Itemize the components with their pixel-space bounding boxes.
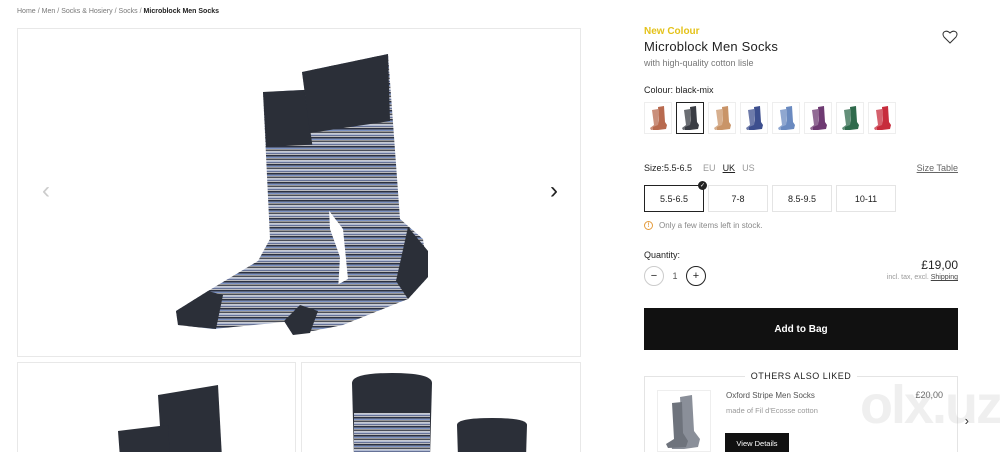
socks-illustration	[176, 54, 428, 335]
size-unit-eu[interactable]: EU	[703, 163, 716, 173]
sock-swatch-icon	[746, 106, 763, 130]
others-title: OTHERS ALSO LIKED	[645, 371, 957, 381]
colour-swatch-black-mix[interactable]	[676, 102, 704, 134]
breadcrumb-separator: /	[139, 8, 142, 15]
recommended-product-name[interactable]: Oxford Stripe Men Socks	[726, 391, 815, 400]
price-block: £19,00 incl. tax, excl. Shipping	[887, 258, 958, 281]
colour-swatch-rust[interactable]	[644, 102, 672, 134]
others-title-text: OTHERS ALSO LIKED	[744, 371, 858, 381]
size-unit-uk[interactable]: UK	[723, 163, 736, 173]
colour-selected-value: black-mix	[675, 85, 714, 95]
size-options: 5.5-6.5 ✓ 7-8 8.5-9.5 10-11	[644, 181, 958, 212]
info-icon: !	[644, 221, 653, 230]
sock-swatch-icon	[874, 106, 891, 130]
colour-label: Colour: black-mix	[644, 85, 958, 95]
new-colour-badge: New Colour	[644, 26, 700, 37]
socks-thumbnail-image	[352, 373, 527, 452]
product-subtitle: with high-quality cotton lisle	[644, 58, 754, 68]
breadcrumb-socks-hosiery[interactable]: Socks & Hosiery	[61, 8, 112, 15]
sock-thumbnail	[666, 395, 700, 449]
size-option-7-8[interactable]: 7-8	[708, 185, 768, 212]
sock-swatch-icon	[778, 106, 795, 130]
gallery-prev-arrow[interactable]: ‹	[42, 179, 50, 203]
check-icon: ✓	[698, 181, 707, 190]
shipping-link[interactable]: Shipping	[931, 274, 958, 281]
breadcrumb-socks[interactable]: Socks	[119, 8, 138, 15]
colour-swatch-green[interactable]	[836, 102, 864, 134]
gallery-next-arrow[interactable]: ›	[550, 179, 558, 203]
tax-note: incl. tax, excl.	[886, 274, 929, 281]
colour-swatch-red[interactable]	[868, 102, 896, 134]
sock-swatch-icon	[714, 106, 731, 130]
view-details-button[interactable]: View Details	[725, 433, 789, 452]
size-option-label: 7-8	[731, 193, 745, 204]
size-option-10-11[interactable]: 10-11	[836, 185, 896, 212]
chevron-right-icon[interactable]: ›	[965, 413, 969, 428]
product-title: Microblock Men Socks	[644, 39, 779, 54]
sock-swatch-icon	[810, 106, 827, 130]
sock-swatch-icon	[842, 106, 859, 130]
colour-swatch-blue[interactable]	[772, 102, 800, 134]
colour-swatch-beige[interactable]	[708, 102, 736, 134]
product-main-image[interactable]: ‹ ›	[17, 28, 581, 357]
sock-swatch-icon	[682, 106, 699, 130]
product-thumbnail-1[interactable]	[17, 362, 296, 452]
others-also-liked: OTHERS ALSO LIKED Oxford Stripe Men Sock…	[644, 371, 969, 452]
breadcrumb-separator: /	[114, 8, 117, 15]
heart-icon[interactable]	[942, 30, 958, 44]
size-label: Size:5.5-6.5	[644, 163, 692, 173]
breadcrumb-home[interactable]: Home	[17, 8, 36, 15]
plus-icon[interactable]: +	[686, 266, 706, 286]
product-thumbnail-2[interactable]	[301, 362, 581, 452]
size-option-5-5-6-5[interactable]: 5.5-6.5 ✓	[644, 181, 707, 212]
size-unit-us[interactable]: US	[742, 163, 755, 173]
quantity-stepper: − 1 + £19,00 incl. tax, excl. Shipping	[644, 258, 958, 288]
breadcrumb-current: Microblock Men Socks	[143, 8, 220, 15]
recommended-product-price: £20,00	[915, 390, 943, 400]
size-option-label: 10-11	[854, 193, 878, 204]
price: £19,00	[921, 258, 958, 272]
recommended-product-desc: made of Fil d'Ecosse cotton	[726, 406, 818, 415]
colour-label-text: Colour:	[644, 85, 674, 95]
breadcrumb-separator: /	[37, 8, 40, 15]
socks-thumbnail-image	[118, 385, 222, 452]
size-label-text: Size:	[644, 163, 665, 173]
size-selected-value: 5.5-6.5	[664, 163, 693, 173]
size-option-label: 5.5-6.5	[659, 193, 689, 204]
minus-icon[interactable]: −	[644, 266, 664, 286]
price-note: incl. tax, excl. Shipping	[887, 274, 958, 281]
recommended-product-image[interactable]	[657, 390, 711, 452]
size-option-label: 8.5-9.5	[787, 193, 817, 204]
sock-swatch-icon	[650, 106, 667, 130]
stock-message: Only a few items left in stock.	[659, 221, 763, 230]
breadcrumb-separator: /	[57, 8, 60, 15]
colour-swatch-purple[interactable]	[804, 102, 832, 134]
colour-swatches	[644, 102, 958, 134]
stock-notice: ! Only a few items left in stock.	[644, 221, 958, 230]
colour-swatch-navy[interactable]	[740, 102, 768, 134]
size-header: Size:5.5-6.5 EU UK US Size Table	[644, 163, 958, 173]
size-option-8-5-9-5[interactable]: 8.5-9.5	[772, 185, 832, 212]
breadcrumb-men[interactable]: Men	[42, 8, 56, 15]
breadcrumb: Home / Men / Socks & Hosiery / Socks / Microbloc…	[17, 8, 219, 15]
quantity-value[interactable]: 1	[664, 271, 686, 281]
product-info-panel: New Colour Microblock Men Socks with hig…	[644, 26, 958, 350]
size-table-link[interactable]: Size Table	[917, 163, 958, 173]
add-to-bag-button[interactable]: Add to Bag	[644, 308, 958, 350]
